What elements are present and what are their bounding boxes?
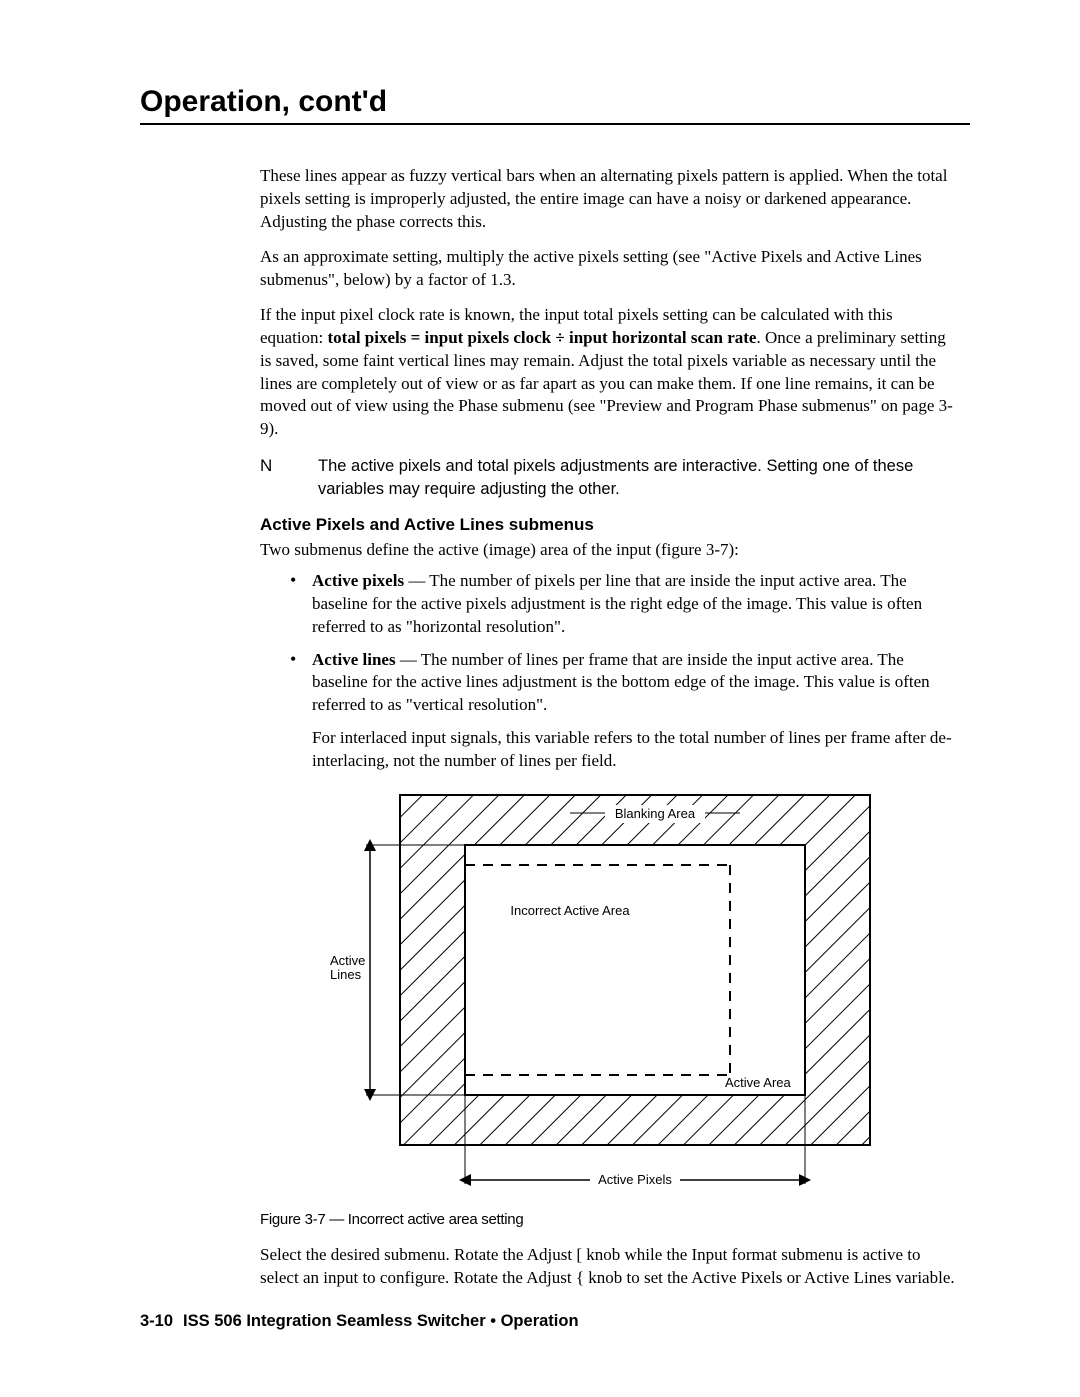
figure-active-area: Blanking Area Incorrect Active Area Acti… (260, 785, 960, 1200)
bullet-dash: — (396, 650, 421, 669)
figure-caption: Figure 3-7 — Incorrect active area setti… (260, 1210, 960, 1230)
section-rule (140, 123, 970, 125)
note-marker: N (260, 455, 318, 478)
bullet-active-lines: • Active lines — The number of lines per… (290, 649, 960, 774)
bullet-extra-interlaced: For interlaced input signals, this varia… (312, 727, 960, 773)
bullet-lead-active-pixels: Active pixels (312, 571, 404, 590)
footer-title: ISS 506 Integration Seamless Switcher • … (183, 1312, 579, 1330)
note-text: The active pixels and total pixels adjus… (318, 455, 960, 500)
paragraph-equation: If the input pixel clock rate is known, … (260, 304, 960, 442)
label-blanking-area: Blanking Area (615, 806, 696, 821)
paragraph-fuzzy-bars: These lines appear as fuzzy vertical bar… (260, 165, 960, 234)
label-active-lines: Active Lines (330, 953, 369, 982)
bullet-dot-icon: • (290, 649, 312, 671)
section-header: Operation, cont'd (140, 85, 970, 119)
note-row: N The active pixels and total pixels adj… (260, 455, 960, 500)
bullet-dot-icon: • (290, 570, 312, 592)
equation: total pixels = input pixels clock ÷ inpu… (328, 328, 757, 347)
paragraph-approx-setting: As an approximate setting, multiply the … (260, 246, 960, 292)
bullet-lead-active-lines: Active lines (312, 650, 396, 669)
subheading-active-pixels-lines: Active Pixels and Active Lines submenus (260, 514, 960, 537)
paragraph-submenus-intro: Two submenus define the active (image) a… (260, 539, 960, 562)
page-footer: 3-10 ISS 506 Integration Seamless Switche… (140, 1312, 579, 1331)
active-area-rect (465, 845, 805, 1095)
bullet-active-pixels: • Active pixels — The number of pixels p… (290, 570, 960, 639)
figure-svg: Blanking Area Incorrect Active Area Acti… (330, 785, 890, 1200)
page-number: 3-10 (140, 1312, 173, 1330)
paragraph-select-submenu: Select the desired submenu. Rotate the A… (260, 1244, 960, 1290)
bullet-dash: — (404, 571, 429, 590)
label-active-pixels: Active Pixels (598, 1172, 672, 1187)
label-incorrect-area: Incorrect Active Area (510, 903, 630, 918)
label-active-area: Active Area (725, 1075, 792, 1090)
